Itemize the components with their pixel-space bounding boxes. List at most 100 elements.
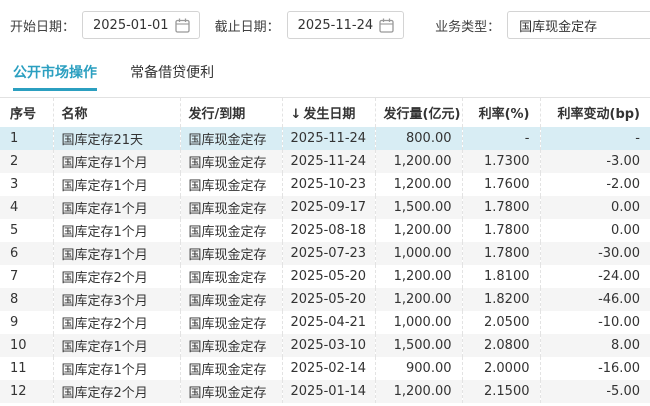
cell-rate-change: -2.00 (540, 173, 650, 196)
filter-bar: 开始日期： 2025-01-01 截止日期： 2025-11-24 业务类型： … (0, 0, 650, 39)
cell-date: 2025-04-21 (282, 311, 375, 334)
cell-seq: 11 (0, 357, 53, 380)
cell-name: 国库定存2个月 (53, 265, 180, 288)
cell-date: 2025-05-20 (282, 288, 375, 311)
table-row[interactable]: 3 国库定存1个月 国库现金定存 2025-10-23 1,200.00 1.7… (0, 173, 650, 196)
cell-date: 2025-09-17 (282, 196, 375, 219)
table-row[interactable]: 5 国库定存1个月 国库现金定存 2025-08-18 1,200.00 1.7… (0, 219, 650, 242)
cell-issue-maturity: 国库现金定存 (180, 265, 282, 288)
cell-rate: 1.7800 (462, 242, 540, 265)
cell-seq: 2 (0, 150, 53, 173)
table-row[interactable]: 4 国库定存1个月 国库现金定存 2025-09-17 1,500.00 1.7… (0, 196, 650, 219)
cell-seq: 4 (0, 196, 53, 219)
cell-rate: 1.7300 (462, 150, 540, 173)
cell-name: 国库定存3个月 (53, 288, 180, 311)
start-date-input[interactable]: 2025-01-01 (82, 11, 200, 39)
tab-open-market-operations[interactable]: 公开市场操作 (13, 62, 97, 91)
cell-name: 国库定存1个月 (53, 242, 180, 265)
cell-volume: 900.00 (375, 357, 462, 380)
table-row[interactable]: 2 国库定存1个月 国库现金定存 2025-11-24 1,200.00 1.7… (0, 150, 650, 173)
table-row[interactable]: 10 国库定存1个月 国库现金定存 2025-03-10 1,500.00 2.… (0, 334, 650, 357)
cell-issue-maturity: 国库现金定存 (180, 380, 282, 403)
end-date-label: 截止日期： (215, 16, 280, 35)
table-row[interactable]: 12 国库定存2个月 国库现金定存 2025-01-14 1,200.00 2.… (0, 380, 650, 403)
cell-rate-change: -10.00 (540, 311, 650, 334)
tab-bar: 公开市场操作 常备借贷便利 (13, 62, 650, 91)
cell-rate: - (462, 127, 540, 150)
table-row[interactable]: 9 国库定存2个月 国库现金定存 2025-04-21 1,000.00 2.0… (0, 311, 650, 334)
cell-date: 2025-08-18 (282, 219, 375, 242)
cell-volume: 1,200.00 (375, 265, 462, 288)
col-header-seq[interactable]: 序号 (0, 98, 53, 127)
cell-volume: 1,200.00 (375, 173, 462, 196)
cell-seq: 1 (0, 127, 53, 150)
cell-seq: 12 (0, 380, 53, 403)
calendar-icon[interactable] (379, 18, 394, 33)
cell-name: 国库定存1个月 (53, 196, 180, 219)
start-date-value: 2025-01-01 (93, 18, 169, 33)
cell-issue-maturity: 国库现金定存 (180, 173, 282, 196)
col-header-rate-change[interactable]: 利率变动(bp) (540, 98, 650, 127)
cell-rate-change: -16.00 (540, 357, 650, 380)
cell-name: 国库定存2个月 (53, 380, 180, 403)
cell-volume: 1,000.00 (375, 311, 462, 334)
cell-volume: 1,000.00 (375, 242, 462, 265)
sort-desc-icon[interactable]: ↓ (291, 107, 302, 122)
cell-date: 2025-05-20 (282, 265, 375, 288)
cell-issue-maturity: 国库现金定存 (180, 150, 282, 173)
cell-rate-change: 0.00 (540, 196, 650, 219)
cell-issue-maturity: 国库现金定存 (180, 357, 282, 380)
cell-seq: 8 (0, 288, 53, 311)
cell-rate-change: 0.00 (540, 219, 650, 242)
cell-date: 2025-02-14 (282, 357, 375, 380)
cell-issue-maturity: 国库现金定存 (180, 219, 282, 242)
cell-seq: 9 (0, 311, 53, 334)
cell-rate: 1.7800 (462, 219, 540, 242)
cell-rate: 2.1500 (462, 380, 540, 403)
table-row[interactable]: 6 国库定存1个月 国库现金定存 2025-07-23 1,000.00 1.7… (0, 242, 650, 265)
col-header-volume[interactable]: 发行量(亿元) (375, 98, 462, 127)
operations-table: 序号 名称 发行/到期 ↓发生日期 发行量(亿元) 利率(%) 利率变动(bp)… (0, 97, 650, 403)
business-type-value: 国库现金定存 (519, 16, 597, 35)
table-row[interactable]: 11 国库定存1个月 国库现金定存 2025-02-14 900.00 2.00… (0, 357, 650, 380)
tab-standing-lending-facility[interactable]: 常备借贷便利 (130, 62, 214, 91)
col-header-rate[interactable]: 利率(%) (462, 98, 540, 127)
cell-name: 国库定存1个月 (53, 334, 180, 357)
cell-rate-change: -46.00 (540, 288, 650, 311)
cell-rate-change: -24.00 (540, 265, 650, 288)
cell-date: 2025-11-24 (282, 127, 375, 150)
table-row[interactable]: 1 国库定存21天 国库现金定存 2025-11-24 800.00 - - (0, 127, 650, 150)
business-type-select[interactable]: 国库现金定存 (507, 11, 650, 39)
cell-rate-change: -5.00 (540, 380, 650, 403)
cell-rate: 1.7600 (462, 173, 540, 196)
table-row[interactable]: 8 国库定存3个月 国库现金定存 2025-05-20 1,200.00 1.8… (0, 288, 650, 311)
cell-name: 国库定存1个月 (53, 150, 180, 173)
cell-volume: 1,200.00 (375, 380, 462, 403)
cell-issue-maturity: 国库现金定存 (180, 196, 282, 219)
cell-name: 国库定存1个月 (53, 219, 180, 242)
start-date-label: 开始日期： (10, 16, 75, 35)
cell-volume: 800.00 (375, 127, 462, 150)
cell-name: 国库定存2个月 (53, 311, 180, 334)
cell-seq: 5 (0, 219, 53, 242)
cell-name: 国库定存1个月 (53, 173, 180, 196)
col-header-name[interactable]: 名称 (53, 98, 180, 127)
cell-seq: 3 (0, 173, 53, 196)
col-header-issue-maturity[interactable]: 发行/到期 (180, 98, 282, 127)
col-header-date[interactable]: ↓发生日期 (282, 98, 375, 127)
table-header-row: 序号 名称 发行/到期 ↓发生日期 发行量(亿元) 利率(%) 利率变动(bp) (0, 98, 650, 127)
cell-rate-change: -30.00 (540, 242, 650, 265)
cell-rate: 2.0500 (462, 311, 540, 334)
cell-date: 2025-10-23 (282, 173, 375, 196)
cell-name: 国库定存1个月 (53, 357, 180, 380)
cell-seq: 10 (0, 334, 53, 357)
cell-date: 2025-01-14 (282, 380, 375, 403)
cell-rate: 2.0800 (462, 334, 540, 357)
calendar-icon[interactable] (175, 18, 190, 33)
table-row[interactable]: 7 国库定存2个月 国库现金定存 2025-05-20 1,200.00 1.8… (0, 265, 650, 288)
cell-volume: 1,200.00 (375, 150, 462, 173)
cell-rate: 1.8200 (462, 288, 540, 311)
end-date-input[interactable]: 2025-11-24 (287, 11, 405, 39)
cell-issue-maturity: 国库现金定存 (180, 127, 282, 150)
cell-rate: 1.8100 (462, 265, 540, 288)
